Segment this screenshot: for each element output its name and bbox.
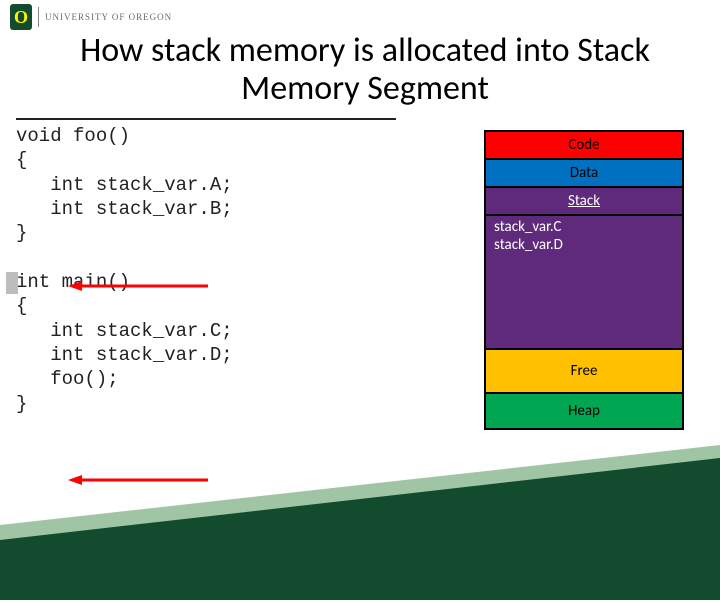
slide-title: How stack memory is allocated into Stack… (0, 32, 720, 118)
footer-swoosh (0, 430, 720, 600)
logo-bar: UNIVERSITY OF OREGON (0, 0, 720, 32)
segment-stack-empty (486, 260, 682, 350)
arrow-main-call (68, 472, 208, 484)
segment-heap: Heap (486, 394, 682, 428)
stack-frame-var: stack_var.D (494, 236, 674, 254)
university-name: UNIVERSITY OF OREGON (45, 12, 172, 22)
segment-data: Data (486, 160, 682, 188)
stack-frame-var: stack_var.C (494, 218, 674, 236)
segment-stack-header: Stack (486, 188, 682, 216)
memory-diagram: Code Data Stack stack_var.C stack_var.D … (484, 130, 684, 430)
segment-free: Free (486, 350, 682, 394)
segment-code: Code (486, 132, 682, 160)
segment-stack-frame: stack_var.C stack_var.D (486, 216, 682, 260)
logo-divider (38, 7, 39, 27)
code-block: void foo() { int stack_var.A; int stack_… (16, 118, 396, 416)
text-cursor (6, 272, 18, 294)
oregon-o-logo (10, 4, 32, 30)
